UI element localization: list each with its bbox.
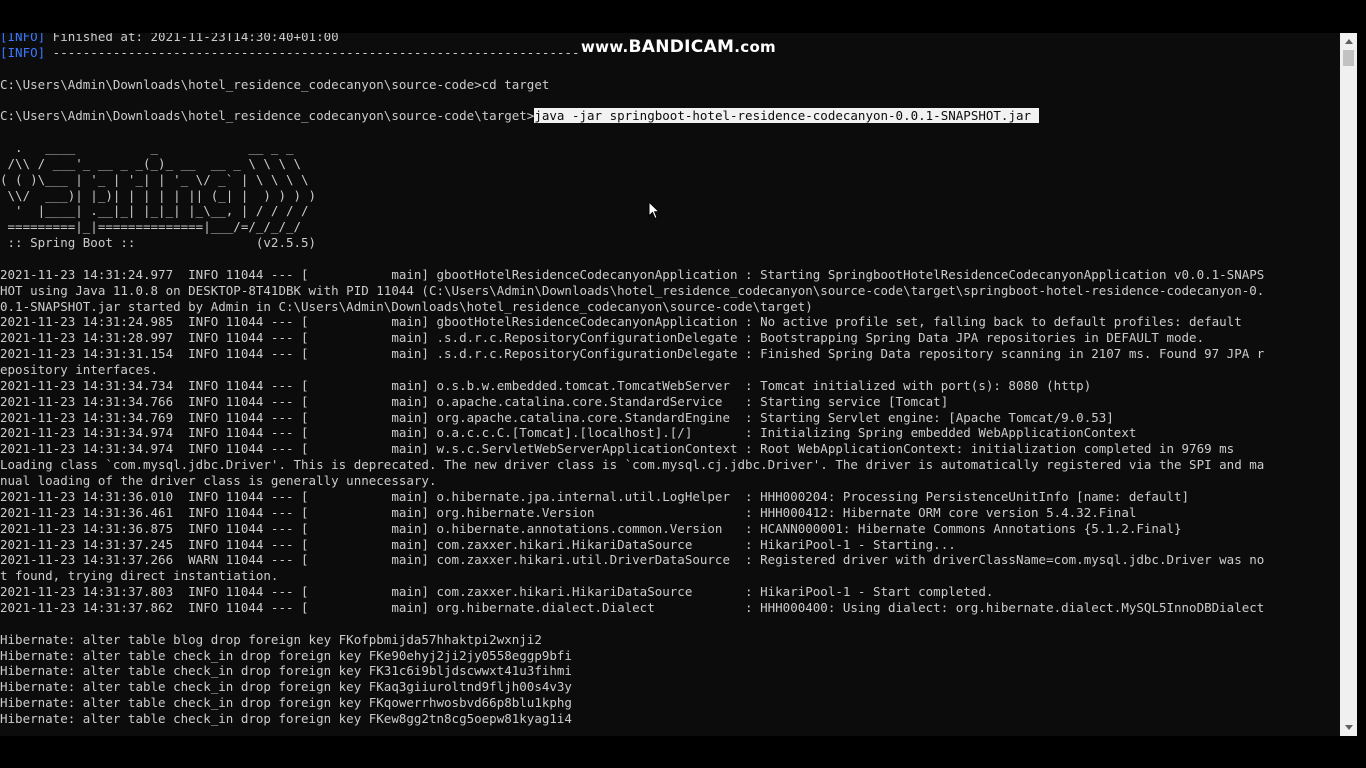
screen: [INFO] Finished at: 2021-11-23T14:30:40+… <box>0 0 1366 768</box>
vertical-scrollbar[interactable] <box>1340 33 1357 736</box>
console-line-text: ' |____| .__|_| |_|_| |_\__, | / / / / <box>0 203 309 219</box>
console-line-text: 0.1-SNAPSHOT.jar started by Admin in C:\… <box>0 298 813 314</box>
log-level-tag: [INFO] <box>0 44 46 60</box>
console-line: Hibernate: alter table check_in drop for… <box>0 679 1340 695</box>
console-line-text: /\\ / ___'_ __ _ _(_)_ __ __ _ \ \ \ \ <box>0 155 302 171</box>
console-line-text: 2021-11-23 14:31:36.875 INFO 11044 --- [… <box>0 520 1182 536</box>
console-line: Loading class `com.mysql.jdbc.Driver'. T… <box>0 457 1340 473</box>
bandicam-watermark: www.BANDICAM.com <box>579 37 778 57</box>
console-line: 2021-11-23 14:31:37.862 INFO 11044 --- [… <box>0 600 1340 616</box>
console-line-text: epository interfaces. <box>0 362 159 378</box>
console-line-text: Finished at: 2021-11-23T14:30:40+01:00 <box>45 33 339 44</box>
console-line-text: nual loading of the driver class is gene… <box>0 473 437 489</box>
console-line-text: Hibernate: alter table check_in drop for… <box>0 647 572 663</box>
console-line: 2021-11-23 14:31:36.010 INFO 11044 --- [… <box>0 489 1340 505</box>
console-line-text: 2021-11-23 14:31:34.974 INFO 11044 --- [… <box>0 425 1137 441</box>
console-line: 2021-11-23 14:31:34.974 INFO 11044 --- [… <box>0 425 1340 441</box>
console-line: C:\Users\Admin\Downloads\hotel_residence… <box>0 108 1340 124</box>
console-line: C:\Users\Admin\Downloads\hotel_residence… <box>0 77 1340 93</box>
console-line-text: 2021-11-23 14:31:37.803 INFO 11044 --- [… <box>0 584 994 600</box>
console-line: 2021-11-23 14:31:34.734 INFO 11044 --- [… <box>0 378 1340 394</box>
console-line: 2021-11-23 14:31:36.461 INFO 11044 --- [… <box>0 505 1340 521</box>
console-line: 2021-11-23 14:31:31.154 INFO 11044 --- [… <box>0 346 1340 362</box>
console-line: 2021-11-23 14:31:37.266 WARN 11044 --- [… <box>0 552 1340 568</box>
selected-command-text[interactable]: java -jar springboot-hotel-residence-cod… <box>534 108 1039 124</box>
console-line-text: \\/ ___)| |_)| | | | | || (_| | ) ) ) ) <box>0 187 317 203</box>
console-line-text: Hibernate: alter table check_in drop for… <box>0 663 572 679</box>
console-line-text: HOT using Java 11.0.8 on DESKTOP-8T41DBK… <box>0 282 1265 298</box>
console-line-text: ( ( )\___ | '_ | '_| | '_ \/ _` | \ \ \ … <box>0 171 309 187</box>
console-line: 2021-11-23 14:31:34.766 INFO 11044 --- [… <box>0 394 1340 410</box>
console-line-text: :: Spring Boot :: (v2.5.5) <box>0 235 317 251</box>
console-line: . ____ _ __ _ _ <box>0 140 1340 156</box>
scroll-thumb[interactable] <box>1343 50 1354 66</box>
console-line-text: . ____ _ __ _ _ <box>0 140 294 156</box>
console-line: 2021-11-23 14:31:34.769 INFO 11044 --- [… <box>0 410 1340 426</box>
console-line-text: 2021-11-23 14:31:28.997 INFO 11044 --- [… <box>0 330 1205 346</box>
console-line-text: 2021-11-23 14:31:24.985 INFO 11044 --- [… <box>0 314 1242 330</box>
console-line-text: Loading class `com.mysql.jdbc.Driver'. T… <box>0 457 1265 473</box>
console-line: Hibernate: alter table check_in drop for… <box>0 648 1340 664</box>
console-line-text: 2021-11-23 14:31:34.766 INFO 11044 --- [… <box>0 393 949 409</box>
arrow-up-icon <box>1344 39 1353 44</box>
scroll-down-button[interactable] <box>1340 719 1357 736</box>
console-line: 2021-11-23 14:31:28.997 INFO 11044 --- [… <box>0 330 1340 346</box>
watermark-prefix: www. <box>581 38 629 56</box>
mouse-pointer-icon <box>648 201 660 220</box>
console-line-text: 2021-11-23 14:31:24.977 INFO 11044 --- [… <box>0 266 1265 282</box>
console-line: 2021-11-23 14:31:24.985 INFO 11044 --- [… <box>0 314 1340 330</box>
console-line-text: C:\Users\Admin\Downloads\hotel_residence… <box>0 76 550 92</box>
watermark-suffix: .com <box>734 38 776 56</box>
arrow-down-icon <box>1344 725 1353 730</box>
console-line: /\\ / ___'_ __ _ _(_)_ __ __ _ \ \ \ \ <box>0 156 1340 172</box>
console-line: :: Spring Boot :: (v2.5.5) <box>0 235 1340 251</box>
console-line-text: Hibernate: alter table check_in drop for… <box>0 679 572 695</box>
scroll-up-button[interactable] <box>1340 33 1357 50</box>
console-line-text: 2021-11-23 14:31:34.974 INFO 11044 --- [… <box>0 441 1235 457</box>
console-line: 2021-11-23 14:31:37.803 INFO 11044 --- [… <box>0 584 1340 600</box>
console-line: =========|_|==============|___/=/_/_/_/ <box>0 219 1340 235</box>
console-line-text: Hibernate: alter table blog drop foreign… <box>0 631 542 647</box>
console-line: t found, trying direct instantiation. <box>0 568 1340 584</box>
console-line-text: =========|_|==============|___/=/_/_/_/ <box>0 219 302 235</box>
console-line-text: 2021-11-23 14:31:34.769 INFO 11044 --- [… <box>0 409 1114 425</box>
console-line: 2021-11-23 14:31:37.245 INFO 11044 --- [… <box>0 537 1340 553</box>
console-line: 2021-11-23 14:31:24.977 INFO 11044 --- [… <box>0 267 1340 283</box>
console-line: nual loading of the driver class is gene… <box>0 473 1340 489</box>
console-line-text: ----------------------------------------… <box>45 44 595 60</box>
console-line: ( ( )\___ | '_ | '_| | '_ \/ _` | \ \ \ … <box>0 172 1340 188</box>
console-line-text: 2021-11-23 14:31:37.266 WARN 11044 --- [… <box>0 552 1265 568</box>
console-line: \\/ ___)| |_)| | | | | || (_| | ) ) ) ) <box>0 188 1340 204</box>
console-line: 2021-11-23 14:31:36.875 INFO 11044 --- [… <box>0 521 1340 537</box>
console-line-text: Hibernate: alter table check_in drop for… <box>0 695 572 711</box>
console-line-text: t found, trying direct instantiation. <box>0 568 279 584</box>
console-line-text: 2021-11-23 14:31:37.245 INFO 11044 --- [… <box>0 536 956 552</box>
watermark-brand: BANDICAM <box>628 37 735 57</box>
console-line: Hibernate: alter table check_in drop for… <box>0 695 1340 711</box>
console-line: 2021-11-23 14:31:34.974 INFO 11044 --- [… <box>0 441 1340 457</box>
console-line-text: C:\Users\Admin\Downloads\hotel_residence… <box>0 108 535 124</box>
console-line: ' |____| .__|_| |_|_| |_\__, | / / / / <box>0 203 1340 219</box>
console-line: Hibernate: alter table check_in drop for… <box>0 711 1340 727</box>
console-line-text: 2021-11-23 14:31:34.734 INFO 11044 --- [… <box>0 377 1092 393</box>
console-line-text: 2021-11-23 14:31:37.862 INFO 11044 --- [… <box>0 599 1265 615</box>
console-line-text: Hibernate: alter table check_in drop for… <box>0 710 572 726</box>
console-line-text: 2021-11-23 14:31:36.461 INFO 11044 --- [… <box>0 504 1137 520</box>
console-line-text: 2021-11-23 14:31:31.154 INFO 11044 --- [… <box>0 346 1265 362</box>
console-output[interactable]: [INFO] Finished at: 2021-11-23T14:30:40+… <box>0 33 1340 727</box>
console-window[interactable]: [INFO] Finished at: 2021-11-23T14:30:40+… <box>0 33 1340 736</box>
console-line: Hibernate: alter table blog drop foreign… <box>0 632 1340 648</box>
console-line: epository interfaces. <box>0 362 1340 378</box>
console-line: Hibernate: alter table check_in drop for… <box>0 663 1340 679</box>
console-line-text: 2021-11-23 14:31:36.010 INFO 11044 --- [… <box>0 488 1190 504</box>
console-line: HOT using Java 11.0.8 on DESKTOP-8T41DBK… <box>0 283 1340 299</box>
log-level-tag: [INFO] <box>0 33 46 44</box>
console-line: 0.1-SNAPSHOT.jar started by Admin in C:\… <box>0 299 1340 315</box>
